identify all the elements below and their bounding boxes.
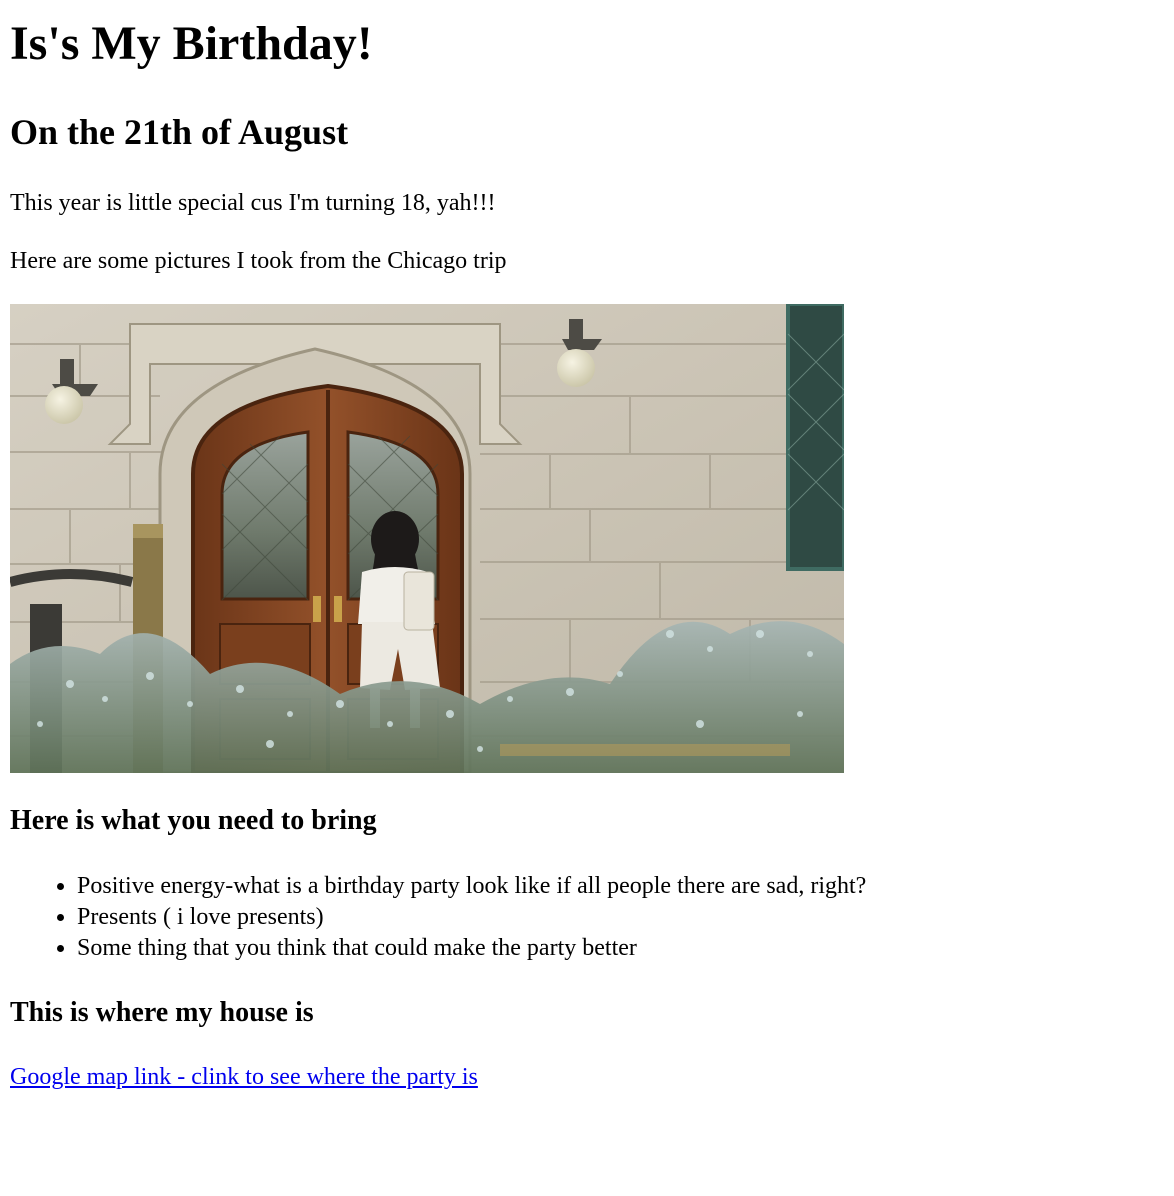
page-title: Is's My Birthday! [10,17,373,70]
house-heading: This is where my house is [10,997,314,1028]
list-item: Some thing that you think that could mak… [77,933,866,964]
list-item: Presents ( i love presents) [77,902,866,933]
pictures-intro-text: Here are some pictures I took from the C… [10,248,507,274]
intro-text: This year is little special cus I'm turn… [10,190,496,216]
bring-heading: Here is what you need to bring [10,805,377,836]
bring-list: Positive energy-what is a birthday party… [10,871,866,964]
page-subtitle: On the 21th of August [10,112,349,152]
google-map-link[interactable]: Google map link - clink to see where the… [10,1061,478,1093]
list-item: Positive energy-what is a birthday party… [77,871,866,902]
chicago-trip-photo [10,304,844,773]
chicago-trip-photo-image [10,304,844,773]
